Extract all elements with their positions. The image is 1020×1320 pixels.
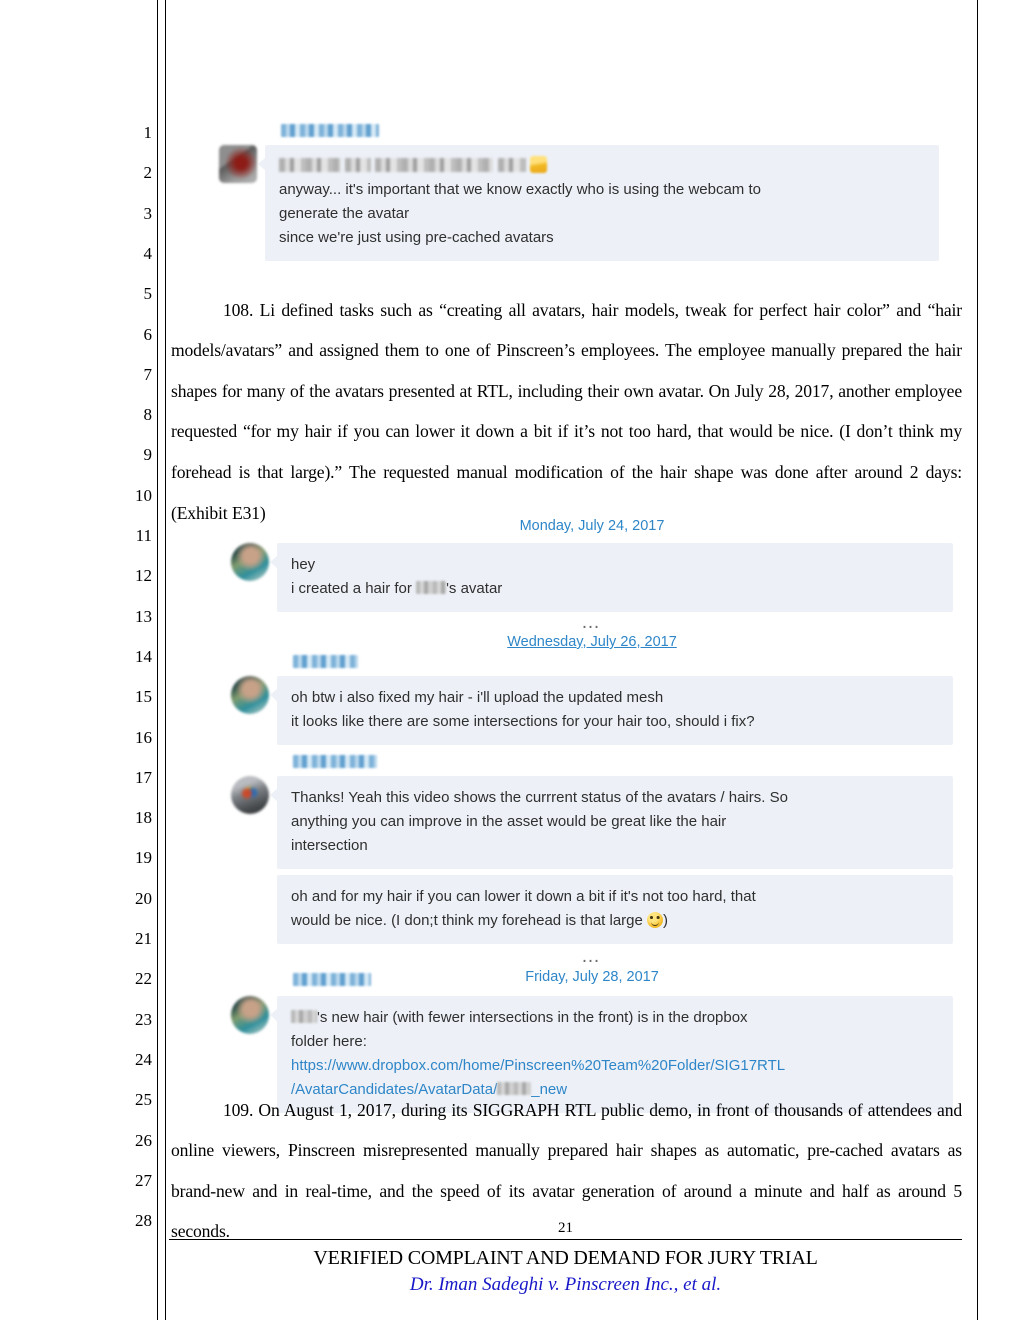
line-number: 7	[143, 364, 153, 384]
redaction-block	[293, 755, 377, 769]
page-footer: 21 VERIFIED COMPLAINT AND DEMAND FOR JUR…	[169, 1220, 962, 1298]
line-number: 20	[135, 888, 152, 908]
line-number: 26	[135, 1130, 152, 1150]
avatar	[219, 145, 257, 183]
page-border-inner-rule	[165, 0, 166, 1320]
line-number: 23	[135, 1009, 152, 1029]
line-number: 17	[135, 767, 152, 787]
page-content: anyway... it's important that we know ex…	[169, 0, 962, 1320]
paragraph-108: 108. Li defined tasks such as “creating …	[171, 299, 962, 523]
sender-name-redacted	[231, 753, 953, 771]
redaction-block	[281, 124, 379, 138]
message-text: i created a hair for	[291, 580, 417, 597]
message-bubble: Thanks! Yeah this video shows the currre…	[270, 776, 953, 869]
message-line: anything you can improve in the asset wo…	[291, 813, 727, 830]
ellipsis-separator: …	[581, 946, 603, 967]
line-number: 8	[143, 405, 153, 425]
redaction-block	[293, 655, 358, 669]
redaction-block	[293, 973, 371, 987]
emoji-icon	[529, 156, 547, 173]
message-row: oh and for my hair if you can lower it d…	[231, 875, 953, 944]
message-line: folder here:	[291, 1033, 367, 1050]
line-number: 11	[135, 526, 152, 545]
line-number: 28	[135, 1211, 152, 1231]
message-row: oh btw i also fixed my hair - i'll uploa…	[231, 676, 953, 745]
message-text: would be nice. (I don;t think my forehea…	[291, 912, 648, 929]
message-line: 's new hair (with fewer intersections in…	[291, 1006, 939, 1030]
document-title: VERIFIED COMPLAINT AND DEMAND FOR JURY T…	[313, 1247, 818, 1269]
line-number: 14	[135, 646, 152, 666]
sender-name-redacted	[231, 653, 953, 671]
message-line-redacted	[279, 154, 925, 178]
line-number: 12	[135, 566, 152, 586]
exhibit-screenshot-top: anyway... it's important that we know ex…	[219, 118, 939, 261]
line-number: 5	[143, 284, 153, 304]
line-number: 18	[135, 808, 152, 828]
line-number: 15	[135, 687, 152, 707]
message-line: would be nice. (I don;t think my forehea…	[291, 909, 939, 933]
line-number: 10	[135, 485, 152, 505]
message-text: 's new hair (with fewer intersections in…	[317, 1009, 748, 1026]
message-line: intersection	[291, 837, 368, 854]
line-number: 9	[143, 445, 153, 465]
avatar	[231, 996, 269, 1034]
line-number: 19	[135, 848, 152, 868]
message-text: )	[663, 912, 669, 929]
line-number: 1	[143, 123, 153, 142]
message-line: oh and for my hair if you can lower it d…	[291, 888, 756, 905]
message-line: Thanks! Yeah this video shows the currre…	[291, 789, 788, 806]
message-line: generate the avatar	[279, 205, 410, 222]
line-number: 13	[135, 606, 152, 626]
line-number-column: 1 2 3 4 5 6 7 8 9 10 11 12 13 14 15 16 17 18 19 20 21 22 23 24 2…	[118, 0, 152, 1320]
redaction-block	[416, 581, 447, 594]
redaction-block	[375, 158, 494, 172]
page-number: 21	[558, 1220, 573, 1236]
line-number: 27	[135, 1170, 152, 1190]
line-number: 3	[143, 203, 153, 223]
message-bubble: oh and for my hair if you can lower it d…	[277, 875, 953, 944]
message-line: since we're just using pre-cached avatar…	[279, 229, 554, 246]
date-separator-wednesday: Wednesday, July 26, 2017	[507, 634, 677, 650]
redaction-block	[291, 1010, 317, 1023]
message-row: Thanks! Yeah this video shows the currre…	[231, 776, 953, 869]
redaction-block	[345, 158, 372, 172]
message-line: hey	[291, 556, 316, 573]
line-number: 21	[135, 929, 152, 948]
message-line: it looks like there are some intersectio…	[291, 713, 755, 730]
message-line: oh btw i also fixed my hair - i'll uploa…	[291, 689, 664, 706]
smiley-face-icon	[647, 912, 664, 928]
ellipsis-separator: …	[581, 612, 603, 633]
exhibit-e31-screenshot: Monday, July 24, 2017 hey i created a ha…	[231, 516, 953, 1113]
message-bubble: oh btw i also fixed my hair - i'll uploa…	[270, 676, 953, 745]
line-number: 25	[135, 1090, 152, 1110]
line-number: 4	[143, 243, 153, 263]
message-line: anyway... it's important that we know ex…	[279, 181, 761, 198]
date-separator-monday: Monday, July 24, 2017	[519, 518, 665, 534]
avatar	[231, 543, 269, 581]
message-bubble: hey i created a hair for 's avatar	[270, 543, 953, 612]
redaction-block	[279, 158, 341, 172]
line-number: 2	[143, 163, 153, 183]
line-number: 16	[135, 727, 152, 747]
redaction-block	[497, 158, 526, 172]
message-row: hey i created a hair for 's avatar	[231, 543, 953, 612]
avatar	[231, 776, 269, 814]
message-bubble: anyway... it's important that we know ex…	[258, 145, 939, 261]
line-number: 6	[143, 324, 153, 344]
message-line: i created a hair for 's avatar	[291, 577, 939, 601]
line-number: 24	[135, 1049, 152, 1069]
message-row: anyway... it's important that we know ex…	[219, 145, 939, 261]
sender-name-redacted-top	[219, 122, 939, 140]
footer-rule	[169, 1239, 962, 1240]
dropbox-link[interactable]: https://www.dropbox.com/home/Pinscreen%2…	[291, 1054, 939, 1078]
line-number: 22	[135, 969, 152, 989]
message-text: 's avatar	[446, 580, 503, 597]
avatar	[231, 676, 269, 714]
case-caption: Dr. Iman Sadeghi v. Pinscreen Inc., et a…	[409, 1274, 722, 1295]
